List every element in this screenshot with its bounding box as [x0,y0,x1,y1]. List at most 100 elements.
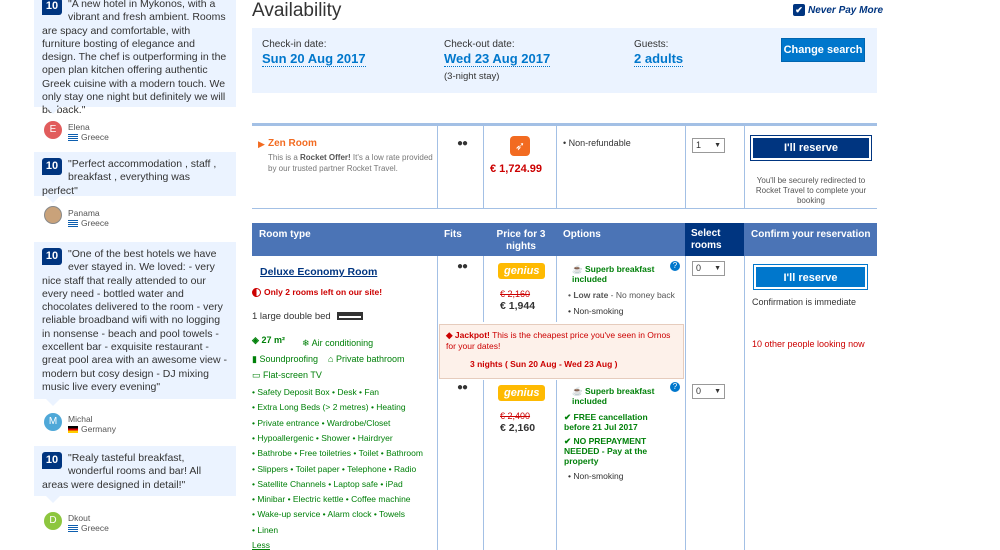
info-icon[interactable]: ? [670,261,680,271]
soundproofing: ▮ Soundproofing [252,354,319,364]
two-people-icon: ●● [457,261,468,272]
review-card: 10 "One of the best hotels we have ever … [34,242,236,406]
review-score: 10 [42,452,62,469]
zen-room-quantity-select[interactable]: 1 ▼ [692,138,725,153]
col-price: Price for 3 nights [496,229,546,252]
sound-icon: ▮ [252,354,257,364]
checkout-date-link[interactable]: Wed 23 Aug 2017 [444,51,551,67]
scarcity-alert: Only 2 rooms left on our site! [252,287,382,298]
non-refundable-option: • Non-refundable [563,138,631,148]
review-text: "Realy tasteful breakfast, wonderful roo… [42,452,202,491]
change-search-button[interactable]: Change search [781,38,865,62]
non-smoking-option: • Non-smoking [568,471,624,481]
facility-line: • Satellite Channels • Laptop safe • iPa… [252,478,403,489]
review-text: "One of the best hotels we have ever sta… [42,248,228,393]
guests-link[interactable]: 2 adults [634,51,684,67]
search-summary: Check-in date: Sun 20 Aug 2017 Check-out… [252,28,877,93]
page-title: Availability [252,0,342,21]
jackpot-banner: ◆ Jackpot! This is the cheapest price yo… [439,324,684,379]
avatar: D [44,512,62,530]
checkout-label: Check-out date: [444,39,515,50]
non-smoking-option: • Non-smoking [568,306,624,316]
checkmark-badge-icon: ✔ [793,4,805,16]
review-author: Panama Greece [34,196,236,242]
review-card: 10 "Realy tasteful breakfast, wonderful … [34,446,236,503]
author-name: Elena [68,122,90,132]
checkin-label: Check-in date: [262,39,327,50]
less-link[interactable]: Less [252,540,270,550]
facility-line: • Linen [252,524,279,535]
new-price: € 1,944 [500,300,536,312]
author-country: Greece [68,132,109,142]
coffee-cup-icon: ☕ [572,264,583,274]
never-pay-more-link[interactable]: ✔ Never Pay More [793,4,883,16]
checkin-date-link[interactable]: Sun 20 Aug 2017 [262,51,366,67]
bed-info: 1 large double bed [252,311,364,322]
review-card: 10 "Perfect accommodation , staff , brea… [34,152,236,203]
guests-label: Guests: [634,39,669,50]
review-author: M Michal Germany [34,399,236,446]
coffee-cup-icon: ☕ [572,386,583,396]
facility-line: • Private entrance • Wardrobe/Closet [252,417,391,428]
col-room-type: Room type [259,229,311,240]
review-card: 10 "A new hotel in Mykonos, with a vibra… [34,0,236,116]
facility-line: • Safety Deposit Box • Desk • Fan [252,387,380,397]
col-fits: Fits [444,229,462,240]
rocket-logo-icon: ➶ [510,136,530,156]
two-people-icon: ●● [457,382,468,393]
zen-price: € 1,724.99 [490,163,542,175]
genius-badge: genius [498,263,546,279]
free-cancellation: ✔ FREE cancellation before 21 Jul 2017 [564,412,648,432]
old-price: € 2,400 [500,411,531,421]
review-sidebar: 10 "A new hotel in Mykonos, with a vibra… [34,0,236,534]
review-text: "Perfect accommodation , staff , breakfa… [42,158,217,197]
greece-flag-icon [68,134,78,142]
low-rate-option: • Low rate - No money back [568,290,675,300]
no-prepayment: ✔ NO PREPAYMENT NEEDED - Pay at the prop… [564,436,648,466]
genius-badge: genius [498,385,546,401]
author-name: Panama [68,208,100,218]
room-name-link[interactable]: Deluxe Economy Room [260,266,377,278]
germany-flag-icon [68,426,78,434]
flat-screen-tv: ▭ Flat-screen TV [252,370,322,380]
zen-reserve-button[interactable]: I'll reserve [750,135,872,161]
room-name-link[interactable]: Zen Room [268,138,317,149]
redirect-notice: You'll be securely redirected to Rocket … [755,176,867,205]
facility-line: • Extra Long Beds (> 2 metres) • Heating [252,402,406,413]
author-country: Germany [68,424,116,434]
checkmark-icon: ✔ [564,412,572,422]
stay-length: (3-night stay) [444,71,500,82]
greece-flag-icon [68,220,78,228]
reserve-button[interactable]: I'll reserve [753,264,868,290]
facility-line: • Wake-up service • Alarm clock • Towels [252,509,405,520]
rate1-room-quantity-select[interactable]: 0 ▼ [692,261,725,276]
author-name: Dkout [68,513,91,523]
review-score: 10 [42,158,62,175]
pie-alert-icon [252,288,261,298]
room-size: ◈ 27 m² [252,335,285,345]
facility-line: • Minibar • Electric kettle • Coffee mac… [252,494,411,505]
two-people-icon: ●● [457,138,468,149]
author-country: Greece [68,523,109,533]
facility-line: • Bathrobe • Free toiletries • Toilet • … [252,448,423,459]
col-select-rooms: Select rooms [685,223,744,256]
chevron-down-icon: ▼ [714,142,721,149]
review-score: 10 [42,0,62,15]
avatar [44,206,62,224]
info-icon[interactable]: ? [670,382,680,392]
confirmation-notice: Confirmation is immediate [752,297,857,307]
people-looking-notice: 10 other people looking now [752,339,865,349]
col-confirm: Confirm your reservation [751,229,871,240]
checkmark-icon: ✔ [564,436,572,446]
chevron-down-icon: ▼ [714,265,721,272]
bed-icon [337,312,364,321]
review-text: "A new hotel in Mykonos, with a vibrant … [42,0,227,117]
air-conditioning: ❄ Air conditioning [302,338,374,348]
author-country: Greece [68,218,109,228]
old-price: € 2,160 [500,289,531,299]
author-name: Michal [68,414,93,424]
breakfast-included: ☕ Superb breakfast included [572,264,655,284]
rate2-room-quantity-select[interactable]: 0 ▼ [692,384,725,399]
snowflake-icon: ❄ [302,338,310,348]
avatar: M [44,413,62,431]
